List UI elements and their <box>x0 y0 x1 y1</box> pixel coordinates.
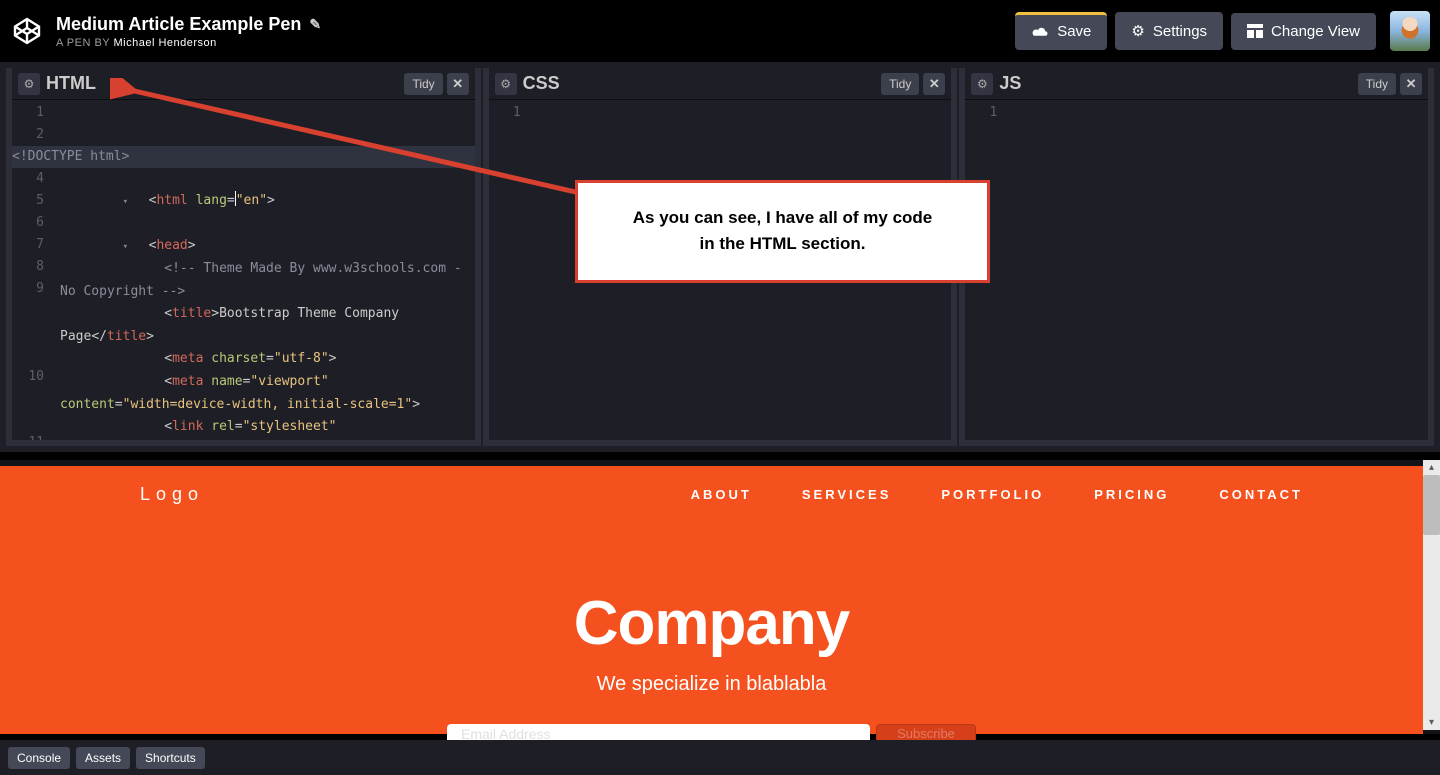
user-avatar[interactable] <box>1390 11 1430 51</box>
annotation-callout: As you can see, I have all of my code in… <box>575 180 990 283</box>
pen-title[interactable]: Medium Article Example Pen <box>56 14 301 35</box>
css-tidy-button[interactable]: Tidy <box>881 73 919 95</box>
html-settings-button[interactable]: ⚙ <box>18 73 40 95</box>
settings-label: Settings <box>1153 23 1207 40</box>
preview-nav-portfolio[interactable]: PORTFOLIO <box>941 487 1044 502</box>
preview-scrollbar[interactable]: ▴ ▾ <box>1423 460 1440 730</box>
top-header: Medium Article Example Pen ✎ A PEN BY Mi… <box>0 0 1440 62</box>
preview-nav-about[interactable]: ABOUT <box>691 487 752 502</box>
js-pane: ⚙ JS Tidy ✕ 1 <box>959 68 1434 446</box>
save-label: Save <box>1057 23 1091 40</box>
css-pane-title: CSS <box>523 73 881 94</box>
preview-subheading: We specialize in blablabla <box>0 673 1423 696</box>
console-button[interactable]: Console <box>8 747 70 769</box>
preview-logo[interactable]: Logo <box>140 484 204 505</box>
gear-icon: ⚙ <box>1131 22 1144 40</box>
change-view-label: Change View <box>1271 23 1360 40</box>
save-button[interactable]: Save <box>1015 12 1107 50</box>
js-pane-title: JS <box>999 73 1357 94</box>
preview-heading: Company <box>0 588 1423 659</box>
code-token: <!DOCTYPE html> <box>12 149 129 164</box>
top-actions: Save ⚙ Settings Change View <box>1015 11 1430 51</box>
html-pane-title: HTML <box>46 73 404 94</box>
change-view-button[interactable]: Change View <box>1231 13 1376 50</box>
preview-menu: ABOUT SERVICES PORTFOLIO PRICING CONTACT <box>691 487 1303 502</box>
codepen-logo-icon[interactable] <box>10 14 44 48</box>
view-icon <box>1247 24 1263 38</box>
js-pane-header: ⚙ JS Tidy ✕ <box>965 68 1428 100</box>
preview-nav-services[interactable]: SERVICES <box>802 487 892 502</box>
preview-nav-pricing[interactable]: PRICING <box>1094 487 1169 502</box>
html-pane-header: ⚙ HTML Tidy ✕ <box>12 68 475 100</box>
js-settings-button[interactable]: ⚙ <box>971 73 993 95</box>
assets-button[interactable]: Assets <box>76 747 130 769</box>
pen-by-label: A PEN BY <box>56 37 110 49</box>
html-editor[interactable]: 123456789 1011 <!DOCTYPE html> ▾<html la… <box>12 100 475 440</box>
footer-bar: Console Assets Shortcuts <box>0 740 1440 775</box>
annotation-line-1: As you can see, I have all of my code <box>598 205 967 231</box>
css-settings-button[interactable]: ⚙ <box>495 73 517 95</box>
html-code[interactable]: <!DOCTYPE html> ▾<html lang="en"> ▾<head… <box>60 100 475 440</box>
scroll-thumb[interactable] <box>1423 475 1440 535</box>
preview-nav-contact[interactable]: CONTACT <box>1219 487 1303 502</box>
html-pane: ⚙ HTML Tidy ✕ 123456789 1011 <!DOCTYPE h… <box>6 68 481 446</box>
js-tidy-button[interactable]: Tidy <box>1358 73 1396 95</box>
preview-iframe[interactable]: Logo ABOUT SERVICES PORTFOLIO PRICING CO… <box>0 466 1423 734</box>
settings-button[interactable]: ⚙ Settings <box>1115 12 1223 50</box>
annotation-line-2: in the HTML section. <box>598 231 967 257</box>
html-close-button[interactable]: ✕ <box>447 73 469 95</box>
title-block: Medium Article Example Pen ✎ A PEN BY Mi… <box>56 14 1015 49</box>
scroll-up-icon[interactable]: ▴ <box>1429 460 1434 475</box>
cloud-icon <box>1031 25 1049 39</box>
preview-hero: Company We specialize in blablabla Email… <box>0 522 1423 742</box>
css-pane-header: ⚙ CSS Tidy ✕ <box>489 68 952 100</box>
author-link[interactable]: Michael Henderson <box>114 37 217 49</box>
js-close-button[interactable]: ✕ <box>1400 73 1422 95</box>
shortcuts-button[interactable]: Shortcuts <box>136 747 205 769</box>
css-close-button[interactable]: ✕ <box>923 73 945 95</box>
js-editor[interactable]: 1 <box>965 100 1428 440</box>
preview-area: Logo ABOUT SERVICES PORTFOLIO PRICING CO… <box>0 460 1440 734</box>
edit-title-icon[interactable]: ✎ <box>309 16 321 33</box>
preview-navbar: Logo ABOUT SERVICES PORTFOLIO PRICING CO… <box>0 466 1423 522</box>
html-tidy-button[interactable]: Tidy <box>404 73 442 95</box>
scroll-down-icon[interactable]: ▾ <box>1429 715 1434 730</box>
